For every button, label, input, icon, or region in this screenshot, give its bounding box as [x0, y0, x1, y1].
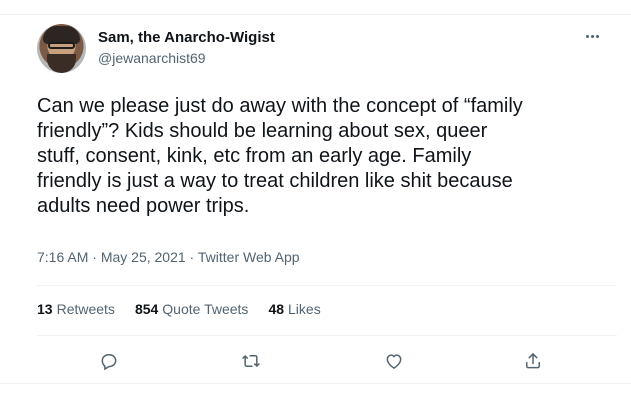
share-icon: [526, 353, 540, 369]
retweets-label: Retweets: [56, 301, 115, 317]
meta-separator: ·: [88, 249, 101, 265]
more-icon[interactable]: [580, 28, 604, 44]
avatar-glasses: [48, 42, 75, 49]
author-name[interactable]: Sam, the Anarcho-Wigist: [98, 29, 275, 46]
author-handle[interactable]: @jewanarchist69: [98, 50, 206, 66]
tweet-date[interactable]: May 25, 2021: [101, 249, 186, 265]
tweet-time[interactable]: 7:16 AM: [37, 249, 88, 265]
quote-label: Quote Tweets: [162, 301, 249, 317]
action-bar: [0, 346, 631, 376]
likes-label: Likes: [288, 301, 321, 317]
retweet-icon: [242, 355, 260, 367]
retweets-count: 13: [37, 301, 53, 317]
like-icon: [386, 354, 402, 369]
tweet-meta: 7:16 AM · May 25, 2021 · Twitter Web App: [37, 249, 300, 265]
reply-icon: [101, 354, 117, 370]
retweet-button[interactable]: [236, 346, 266, 376]
tweet-text: Can we please just do away with the conc…: [37, 95, 523, 217]
quote-count: 854: [134, 301, 159, 317]
tweet-stats: 13 Retweets 854 Quote Tweets 48 Likes: [37, 301, 321, 317]
meta-separator: ·: [185, 249, 198, 265]
top-divider: [0, 14, 631, 15]
tweet-client[interactable]: Twitter Web App: [198, 249, 300, 265]
tweet-card: Sam, the Anarcho-Wigist @jewanarchist69 …: [0, 0, 631, 394]
retweets-stat[interactable]: 13 Retweets: [37, 301, 115, 317]
likes-stat[interactable]: 48 Likes: [268, 301, 320, 317]
reply-button[interactable]: [94, 346, 124, 376]
avatar-beard: [47, 54, 76, 73]
divider: [37, 335, 617, 336]
bottom-divider: [0, 383, 631, 384]
divider: [37, 285, 617, 286]
share-button[interactable]: [518, 346, 548, 376]
quote-tweets-stat[interactable]: 854 Quote Tweets: [135, 301, 249, 317]
avatar[interactable]: [37, 24, 86, 73]
like-button[interactable]: [379, 346, 409, 376]
likes-count: 48: [268, 301, 285, 317]
